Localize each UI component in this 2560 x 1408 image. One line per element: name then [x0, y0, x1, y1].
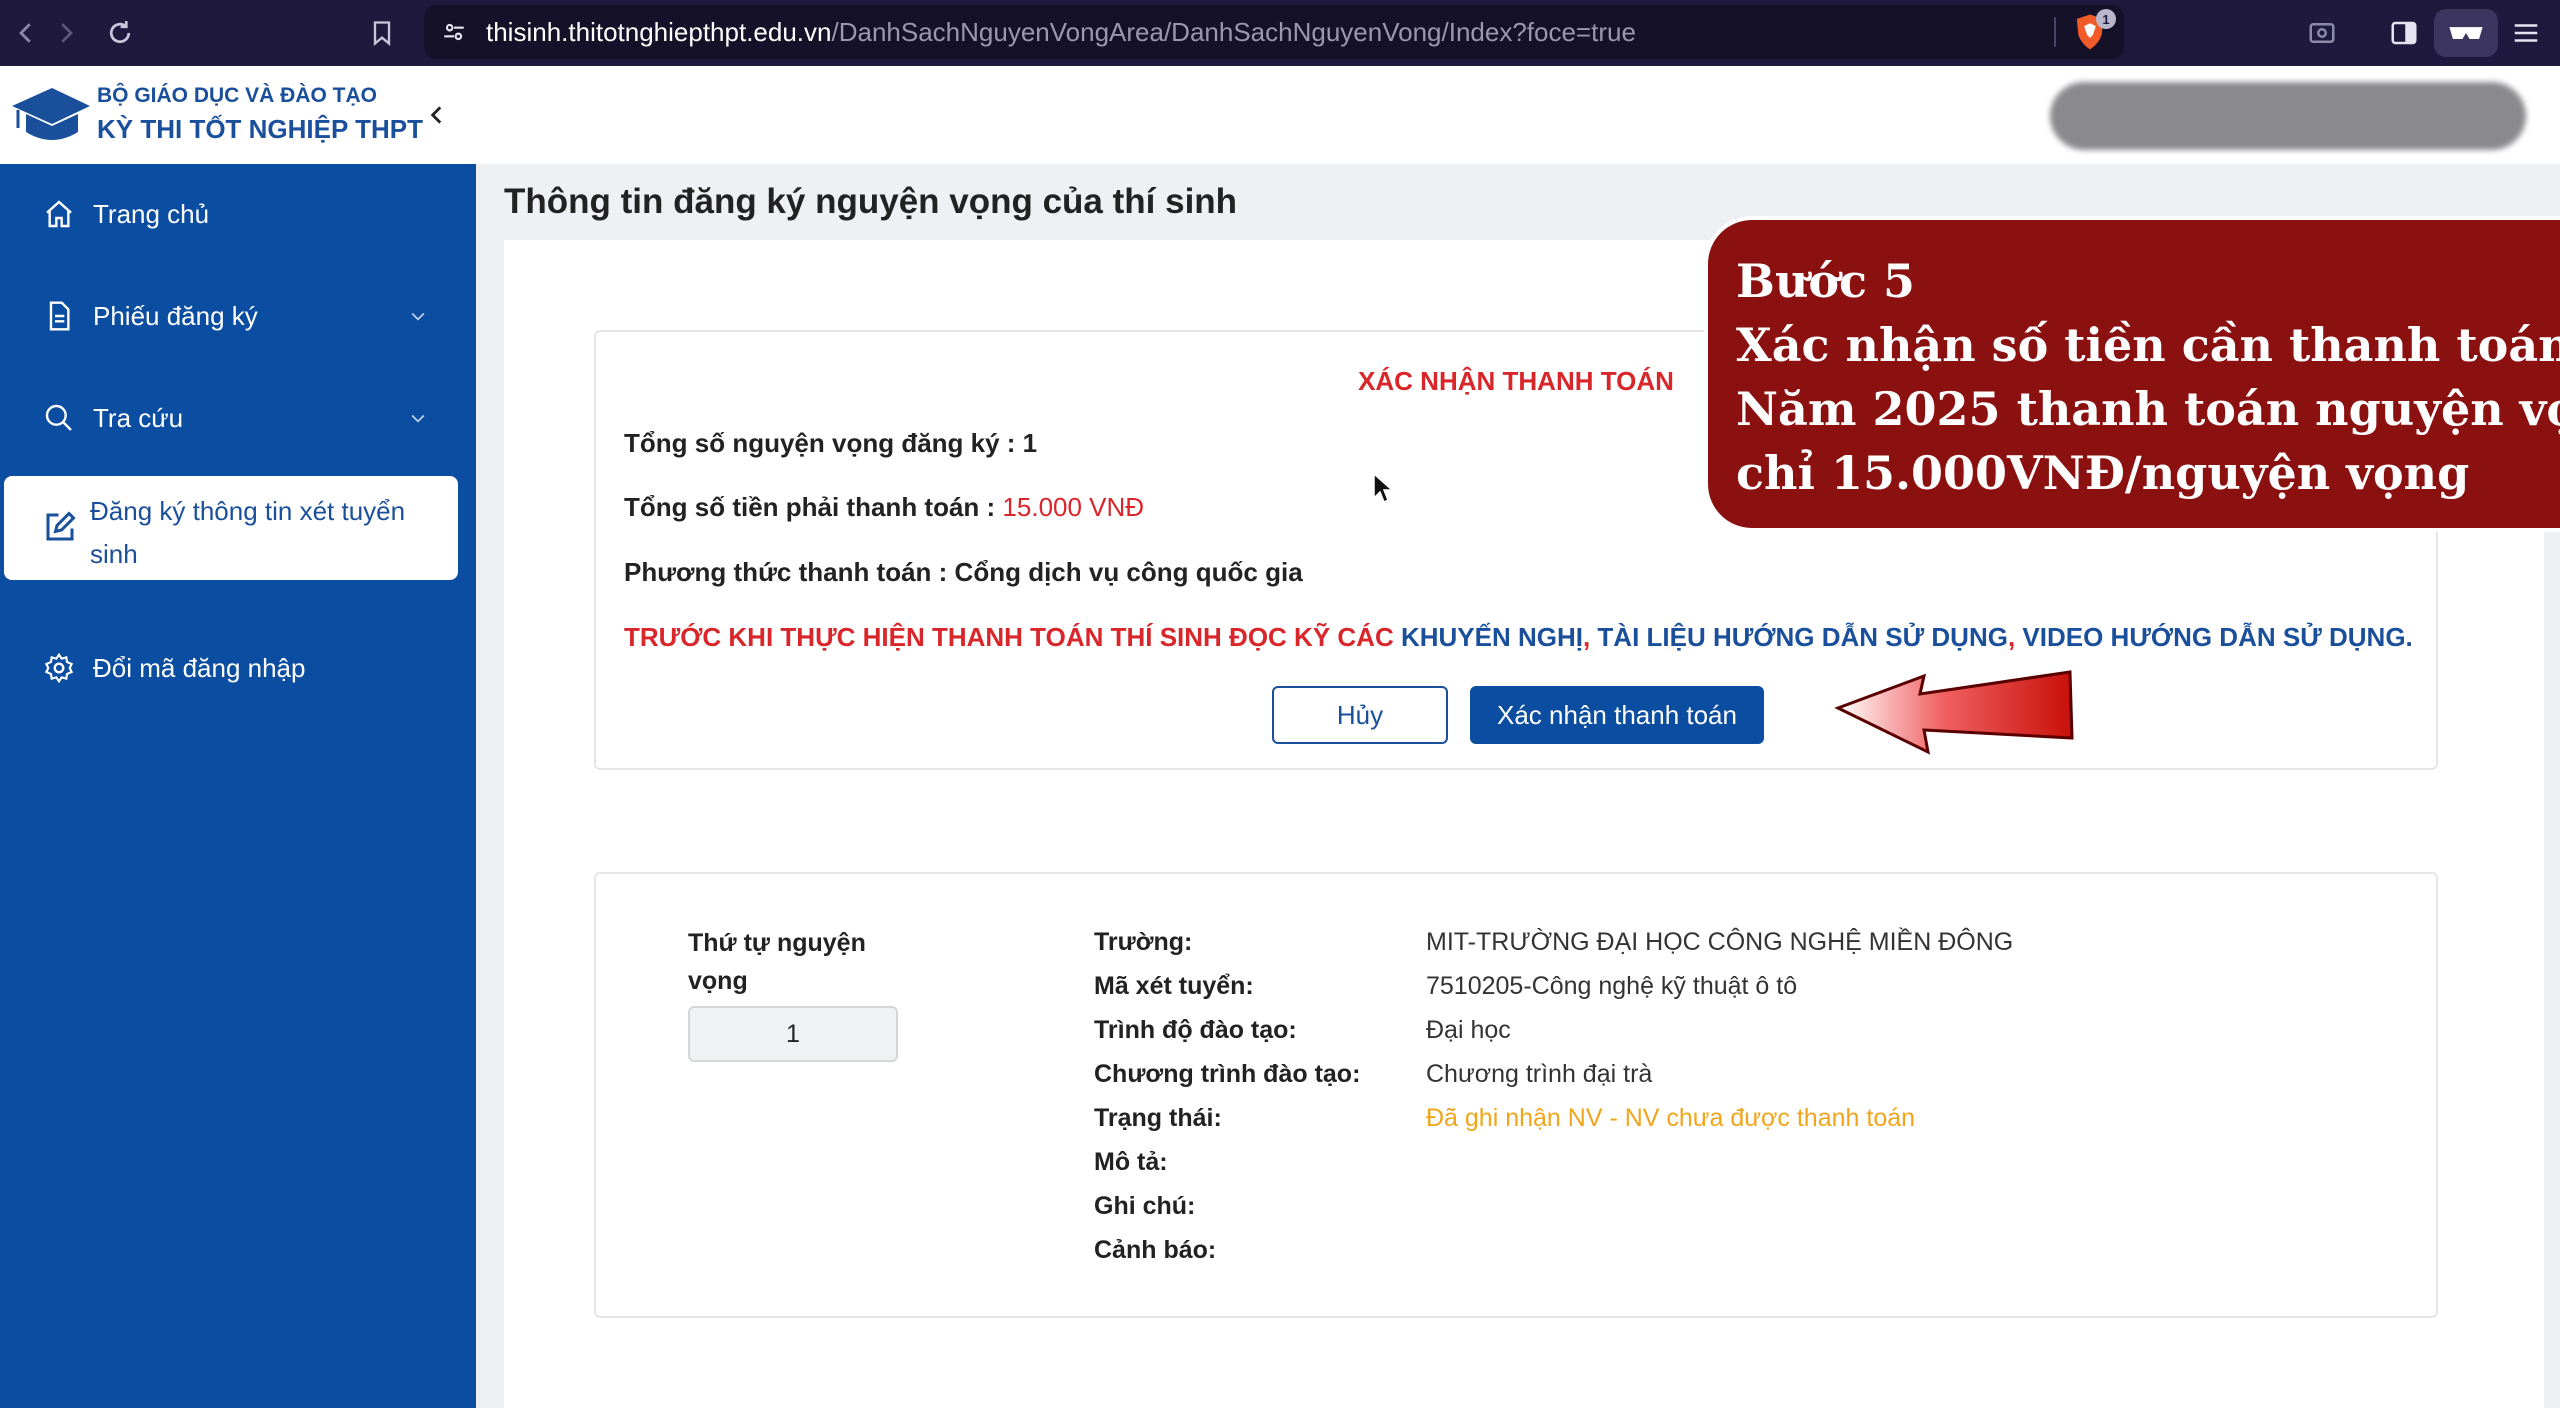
browser-toolbar: thisinh.thitotnghiepthpt.edu.vn/DanhSach…	[0, 0, 2560, 66]
tutorial-callout: Bước 5 Xác nhận số tiền cần thanh toán N…	[1704, 216, 2560, 532]
search-icon	[40, 399, 78, 437]
sidebar-toggle-icon[interactable]	[2384, 13, 2424, 53]
reload-icon[interactable]	[100, 13, 140, 53]
address-bar[interactable]: thisinh.thitotnghiepthpt.edu.vn/DanhSach…	[424, 5, 2124, 59]
field-key-admission-code: Mã xét tuyển:	[1094, 972, 1254, 1000]
field-value-training-level: Đại học	[1426, 1016, 1511, 1044]
field-key-training-program: Chương trình đào tạo:	[1094, 1060, 1361, 1088]
user-account-blurred[interactable]	[2050, 82, 2526, 150]
total-amount: Tổng số tiền phải thanh toán : 15.000 VN…	[624, 492, 1145, 522]
sidebar-item-label: Trang chủ	[93, 198, 210, 229]
total-amount-value: 15.000 VNĐ	[1002, 492, 1145, 522]
chevron-down-icon	[404, 404, 432, 432]
page-title: Thông tin đăng ký nguyện vọng của thí si…	[504, 182, 1238, 221]
shield-count-badge: 1	[2096, 9, 2116, 29]
field-value-status: Đã ghi nhận NV - NV chưa được thanh toán	[1426, 1104, 1916, 1132]
sidebar-item-label: Phiếu đăng ký	[93, 300, 258, 331]
edit-icon	[42, 509, 78, 545]
sidebar-item-lookup[interactable]: Tra cứu	[0, 388, 476, 448]
home-icon	[40, 195, 78, 233]
field-key-school: Trường:	[1094, 928, 1193, 956]
site-settings-icon[interactable]	[434, 12, 474, 52]
bookmark-icon[interactable]	[362, 13, 402, 53]
callout-line: chỉ 15.000VNĐ/nguyện vọng	[1736, 446, 2470, 500]
sidebar-item-admission-registration[interactable]: Đăng ký thông tin xét tuyển sinh	[4, 476, 458, 580]
collapse-sidebar-icon[interactable]	[420, 98, 454, 132]
wish-order-label: Thứ tự nguyện vọng	[688, 929, 866, 995]
screenshot-icon[interactable]	[2302, 13, 2342, 53]
sidebar: Trang chủ Phiếu đăng ký Tra cứu Đăng ký …	[0, 164, 476, 1408]
callout-line: Xác nhận số tiền cần thanh toán	[1736, 318, 2560, 372]
sidebar-item-label: Đăng ký thông tin xét tuyển sinh	[90, 496, 406, 569]
divider	[2054, 17, 2056, 47]
pointer-arrow-icon	[1834, 670, 2074, 755]
field-key-description: Mô tả:	[1094, 1148, 1168, 1176]
wallet-icon[interactable]	[2434, 9, 2498, 57]
org-name: BỘ GIÁO DỤC VÀ ĐÀO TẠO	[97, 84, 378, 107]
callout-step: Bước 5	[1736, 254, 1916, 308]
cancel-button[interactable]: Hủy	[1272, 686, 1448, 744]
app-header: BỘ GIÁO DỤC VÀ ĐÀO TẠO KỲ THI TỐT NGHIỆP…	[0, 66, 2560, 164]
chevron-down-icon	[404, 302, 432, 330]
url-text: thisinh.thitotnghiepthpt.edu.vn/DanhSach…	[486, 16, 1636, 47]
field-value-school: MIT-TRƯỜNG ĐẠI HỌC CÔNG NGHỆ MIỀN ĐÔNG	[1426, 928, 2014, 956]
sidebar-item-home[interactable]: Trang chủ	[0, 184, 476, 244]
field-key-warning: Cảnh báo:	[1094, 1236, 1217, 1264]
wish-detail-card: Thứ tự nguyện vọng 1 Trường: MIT-TRƯỜNG …	[594, 872, 2438, 1318]
callout-line: Năm 2025 thanh toán nguyện vọng	[1736, 382, 2560, 436]
payment-method: Phương thức thanh toán : Cổng dịch vụ cô…	[624, 557, 1303, 587]
forward-icon[interactable]	[46, 13, 86, 53]
mouse-cursor-icon	[1373, 472, 1394, 504]
wish-order-value: 1	[688, 1006, 898, 1062]
graduation-cap-logo-icon	[12, 88, 90, 140]
exam-name: KỲ THI TỐT NGHIỆP THPT	[97, 114, 423, 144]
document-icon	[40, 297, 78, 335]
back-icon[interactable]	[6, 13, 46, 53]
sidebar-item-registration-form[interactable]: Phiếu đăng ký	[0, 286, 476, 346]
sidebar-item-label: Tra cứu	[93, 402, 184, 433]
field-key-training-level: Trình độ đào tạo:	[1094, 1016, 1297, 1044]
field-key-note: Ghi chú:	[1094, 1192, 1196, 1220]
total-wishes: Tổng số nguyện vọng đăng ký : 1	[624, 428, 1038, 458]
link-video-guide[interactable]: VIDEO HƯỚNG DẪN SỬ DỤNG	[2022, 622, 2405, 652]
field-value-training-program: Chương trình đại trà	[1426, 1060, 1653, 1088]
confirm-payment-button[interactable]: Xác nhận thanh toán	[1470, 686, 1764, 744]
field-key-status: Trạng thái:	[1094, 1104, 1222, 1132]
field-value-admission-code: 7510205-Công nghệ kỹ thuật ô tô	[1426, 972, 1798, 1000]
link-user-guide[interactable]: TÀI LIỆU HƯỚNG DẪN SỬ DỤNG	[1597, 622, 2008, 652]
menu-icon[interactable]	[2506, 13, 2546, 53]
link-recommendations[interactable]: KHUYẾN NGHỊ	[1401, 622, 1583, 652]
payment-warning: TRƯỚC KHI THỰC HIỆN THANH TOÁN THÍ SINH …	[624, 622, 2413, 652]
gear-icon	[40, 649, 78, 687]
sidebar-item-change-login-code[interactable]: Đổi mã đăng nhập	[0, 638, 476, 698]
sidebar-item-label: Đổi mã đăng nhập	[93, 652, 306, 683]
